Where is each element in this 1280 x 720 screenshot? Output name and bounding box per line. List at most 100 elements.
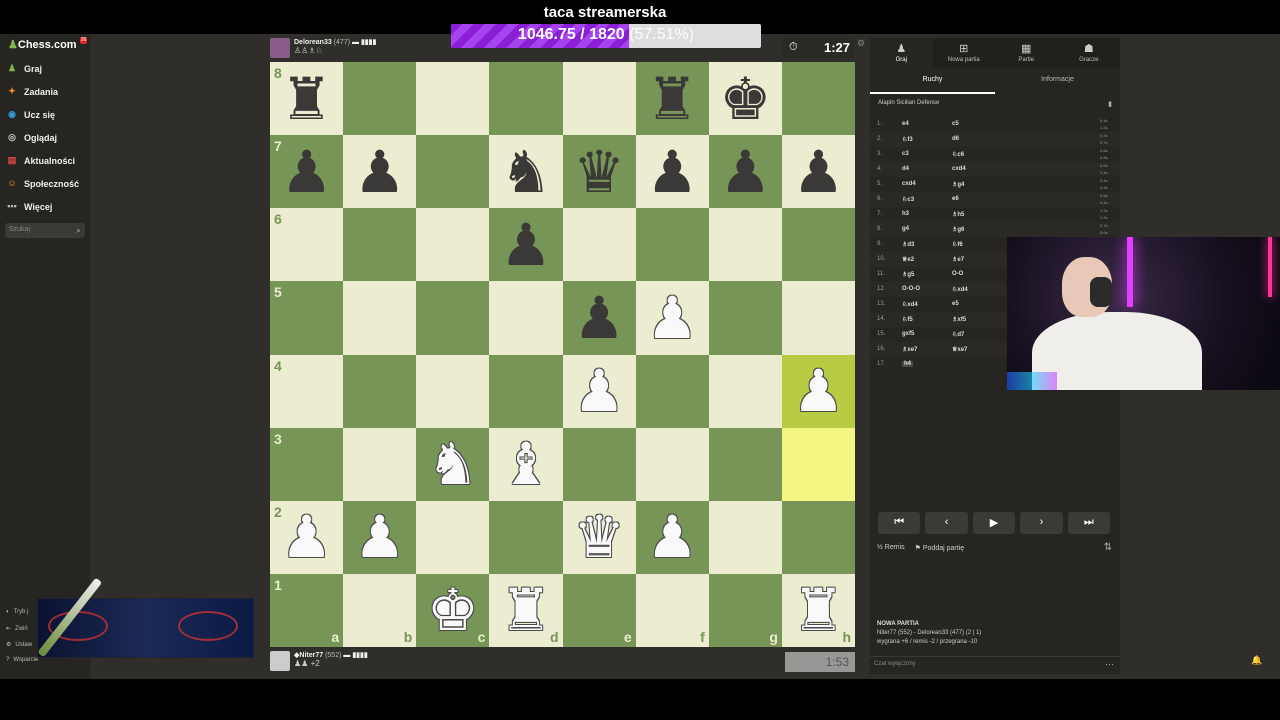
chesscom-logo[interactable]: ♟Chess.com	[8, 38, 77, 51]
white-move[interactable]: e4	[902, 121, 909, 127]
play-button[interactable]: ▶	[972, 512, 1016, 534]
chat-input[interactable]: Czat wyłączony ⋯	[870, 656, 1120, 674]
square-c4[interactable]	[416, 354, 490, 428]
black-pawn-icon[interactable]: ♟	[573, 289, 625, 347]
square-g5[interactable]	[708, 281, 782, 355]
search-input[interactable]: Szukaj ⌕	[5, 223, 85, 238]
next-move-button[interactable]: ›	[1020, 512, 1063, 534]
white-move[interactable]: ♕e2	[902, 256, 914, 263]
last-move-button[interactable]: ⏭	[1067, 512, 1111, 534]
previous-move-button[interactable]: ‹	[925, 512, 968, 534]
white-move[interactable]: ♗d3	[902, 241, 914, 248]
black-pawn-icon[interactable]: ♟	[792, 143, 844, 201]
square-g3[interactable]	[708, 427, 782, 501]
square-e2[interactable]: ♛	[562, 500, 636, 574]
black-pawn-icon[interactable]: ♟	[500, 216, 552, 274]
square-f5[interactable]: ♟	[635, 281, 709, 355]
white-queen-icon[interactable]: ♛	[573, 508, 625, 566]
square-h5[interactable]	[781, 281, 855, 355]
black-move[interactable]: ♘f6	[952, 241, 963, 248]
square-b7[interactable]: ♟	[343, 135, 417, 209]
square-b3[interactable]	[343, 427, 417, 501]
square-d3[interactable]: ♝	[489, 427, 563, 501]
square-e5[interactable]: ♟	[562, 281, 636, 355]
black-pawn-icon[interactable]: ♟	[281, 143, 333, 201]
bottom-player-name[interactable]: ◆Niter77 (552) ▬ ▮▮▮▮	[294, 651, 368, 659]
black-move[interactable]: O-O	[952, 271, 963, 277]
square-c1[interactable]: c ♚	[416, 573, 490, 647]
white-move[interactable]: ♗g5	[902, 271, 914, 278]
black-pawn-icon[interactable]: ♟	[719, 143, 771, 201]
square-f7[interactable]: ♟	[635, 135, 709, 209]
white-move[interactable]: ♘f5	[902, 316, 913, 323]
white-knight-icon[interactable]: ♞	[427, 435, 479, 493]
white-pawn-icon[interactable]: ♟	[792, 362, 844, 420]
square-h8[interactable]	[781, 62, 855, 136]
tab-new-game[interactable]: ⊞ Nowa partia	[933, 38, 996, 68]
square-g8[interactable]: ♚	[708, 62, 782, 136]
black-move[interactable]: ♕xe7	[952, 346, 967, 353]
black-move[interactable]: c5	[952, 121, 959, 127]
board-settings-icon[interactable]: ⚙	[857, 38, 865, 49]
square-d4[interactable]	[489, 354, 563, 428]
square-a7[interactable]: 7 ♟	[270, 135, 344, 209]
square-c7[interactable]	[416, 135, 490, 209]
white-move[interactable]: h3	[902, 211, 909, 217]
sidebar-item-2[interactable]: ◉ Ucz się	[6, 108, 55, 122]
square-d2[interactable]	[489, 500, 563, 574]
black-queen-icon[interactable]: ♛	[573, 143, 625, 201]
sidebar-item-1[interactable]: ✦ Zadania	[6, 85, 58, 99]
white-pawn-icon[interactable]: ♟	[281, 508, 333, 566]
white-pawn-icon[interactable]: ♟	[354, 508, 406, 566]
black-move[interactable]: e5	[952, 301, 959, 307]
white-move[interactable]: ♘f3	[902, 136, 913, 143]
black-move[interactable]: ♘c6	[952, 151, 964, 158]
square-g6[interactable]	[708, 208, 782, 282]
white-move[interactable]: gxf5	[902, 331, 914, 337]
white-pawn-icon[interactable]: ♟	[646, 508, 698, 566]
white-move[interactable]: g4	[902, 226, 909, 232]
white-king-icon[interactable]: ♚	[427, 581, 479, 639]
tab-play[interactable]: ♟ Graj	[870, 38, 933, 68]
square-f2[interactable]: ♟	[635, 500, 709, 574]
square-b8[interactable]	[343, 62, 417, 136]
square-a1[interactable]: 1a	[270, 573, 344, 647]
black-move[interactable]: ♗g4	[952, 181, 964, 188]
black-move[interactable]: ♗h5	[952, 211, 964, 218]
resign-button[interactable]: ⚑ Poddaj partię	[915, 544, 965, 552]
notification-bell-icon[interactable]: 🔔	[1251, 655, 1262, 666]
white-rook-icon[interactable]: ♜	[792, 581, 844, 639]
search-icon[interactable]: ⌕	[76, 225, 81, 236]
square-c2[interactable]	[416, 500, 490, 574]
square-d8[interactable]	[489, 62, 563, 136]
opening-name[interactable]: Alapin Sicilian Defense	[878, 100, 939, 106]
square-h6[interactable]	[781, 208, 855, 282]
white-move[interactable]: h4	[902, 361, 914, 367]
square-h2[interactable]	[781, 500, 855, 574]
square-a3[interactable]: 3	[270, 427, 344, 501]
square-g4[interactable]	[708, 354, 782, 428]
black-move[interactable]: ♗e7	[952, 256, 964, 263]
white-move[interactable]: cxd4	[902, 181, 916, 187]
square-h7[interactable]: ♟	[781, 135, 855, 209]
square-f6[interactable]	[635, 208, 709, 282]
square-g1[interactable]: g	[708, 573, 782, 647]
square-c8[interactable]	[416, 62, 490, 136]
black-move[interactable]: cxd4	[952, 166, 966, 172]
square-e4[interactable]: ♟	[562, 354, 636, 428]
square-b5[interactable]	[343, 281, 417, 355]
square-g2[interactable]	[708, 500, 782, 574]
white-move[interactable]: c3	[902, 151, 909, 157]
square-e7[interactable]: ♛	[562, 135, 636, 209]
theme-toggle[interactable]: ◐ Tryb j	[6, 609, 28, 615]
square-a5[interactable]: 5	[270, 281, 344, 355]
white-move[interactable]: d4	[902, 166, 909, 172]
square-d6[interactable]: ♟	[489, 208, 563, 282]
black-move[interactable]: ♘xd4	[952, 286, 968, 293]
square-b4[interactable]	[343, 354, 417, 428]
black-move[interactable]: ♘d7	[952, 331, 964, 338]
square-b2[interactable]: ♟	[343, 500, 417, 574]
white-move[interactable]: ♗xe7	[902, 346, 917, 353]
square-e8[interactable]	[562, 62, 636, 136]
sidebar-item-0[interactable]: ♟ Graj	[6, 62, 42, 76]
